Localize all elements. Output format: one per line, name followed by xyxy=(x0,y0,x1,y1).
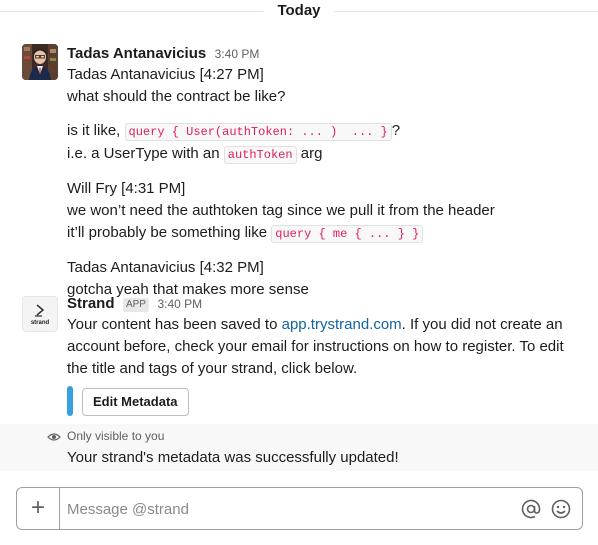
message-header: Strand APP 3:40 PM xyxy=(67,294,588,314)
message-time[interactable]: 3:40 PM xyxy=(215,47,260,61)
message-line: it’ll probably be something like query {… xyxy=(67,222,588,245)
inline-code: query { me { ... } } xyxy=(271,225,424,243)
text-suffix: . If you did not create an xyxy=(401,316,563,333)
question-suffix: ? xyxy=(391,122,401,139)
message-line: the title and tags of your strand, click… xyxy=(67,360,358,377)
message-line: i.e. a UserType with an authToken arg xyxy=(67,143,588,166)
inline-code: authToken xyxy=(223,146,297,164)
message-line: we won’t need the authtoken tag since we… xyxy=(67,202,495,219)
message-content: Tadas Antanavicius 3:40 PM Tadas Antanav… xyxy=(67,44,588,301)
app-badge: APP xyxy=(122,298,149,312)
ephemeral-message: Only visible to you Your strand's metada… xyxy=(0,424,598,471)
inline-code: query { User(authToken: ... ) ... } xyxy=(124,123,392,141)
text-prefix: Your content has been saved to xyxy=(67,316,282,333)
message-line: Will Fry [4:31 PM] xyxy=(67,180,186,197)
message-header: Tadas Antanavicius 3:40 PM xyxy=(67,44,588,64)
plus-icon[interactable]: + xyxy=(17,488,60,529)
clarify-prefix: i.e. a UserType with an xyxy=(67,145,224,162)
visibility-note: Only visible to you xyxy=(47,429,164,443)
message-line: Tadas Antanavicius [4:32 PM] xyxy=(67,259,264,276)
message-line: Your content has been saved to app.tryst… xyxy=(67,314,588,336)
edit-metadata-button[interactable]: Edit Metadata xyxy=(82,388,189,416)
message-line: Tadas Antanavicius [4:27 PM] xyxy=(67,66,264,83)
date-divider: Today xyxy=(0,0,598,24)
avatar[interactable]: strand xyxy=(22,296,58,332)
clarify-suffix: arg xyxy=(296,145,323,162)
attachment-bar xyxy=(67,386,73,416)
emoji-icon[interactable] xyxy=(550,498,572,520)
at-sign-icon[interactable] xyxy=(520,498,542,520)
reply-code-prefix: it’ll probably be something like xyxy=(67,224,272,241)
visibility-note-text: Only visible to you xyxy=(67,429,165,443)
message-content: Strand APP 3:40 PM Your content has been… xyxy=(67,294,588,380)
avatar[interactable] xyxy=(22,44,58,80)
avatar-label: strand xyxy=(30,320,50,326)
message-input[interactable] xyxy=(67,496,507,522)
message-line: is it like, query { User(authToken: ... … xyxy=(67,120,588,143)
sender-name[interactable]: Strand xyxy=(67,295,115,312)
trystrand-link[interactable]: app.trystrand.com xyxy=(282,316,402,333)
date-divider-label[interactable]: Today xyxy=(263,2,335,19)
ephemeral-text: Your strand's metadata was successfully … xyxy=(67,449,399,466)
question-prefix: is it like, xyxy=(67,122,125,139)
message-composer: + xyxy=(16,487,583,530)
message-line: what should the contract be like? xyxy=(67,88,286,105)
message-time[interactable]: 3:40 PM xyxy=(157,297,202,311)
sender-name[interactable]: Tadas Antanavicius xyxy=(67,45,206,62)
eye-icon xyxy=(47,433,61,441)
message-line: account before, check your email for ins… xyxy=(67,338,564,355)
